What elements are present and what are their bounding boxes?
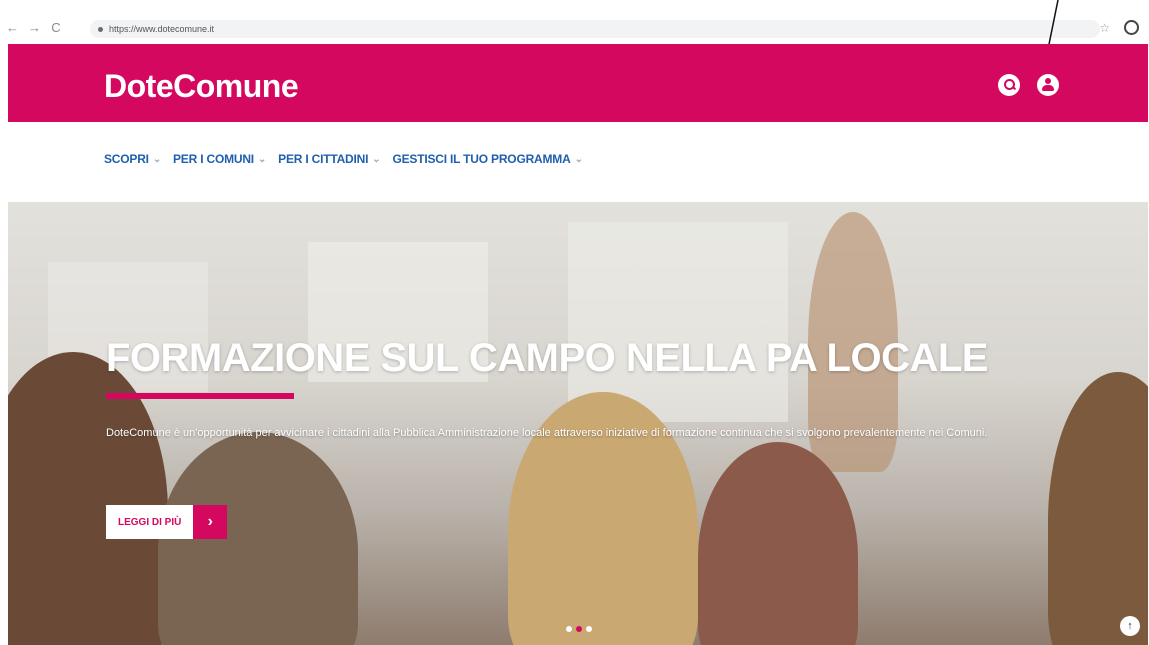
nav-item-scopri[interactable]: SCOPRI ⌄ — [104, 152, 161, 166]
carousel-dot[interactable] — [586, 626, 592, 632]
reload-button[interactable]: C — [50, 20, 62, 35]
bookmark-star-icon[interactable]: ☆ — [1099, 21, 1110, 35]
back-button[interactable]: ← — [6, 20, 19, 35]
hero-title: FORMAZIONE SUL CAMPO NELLA PA LOCALE — [106, 336, 988, 380]
chevron-down-icon: ⌄ — [257, 153, 267, 165]
nav-item-gestisci-programma[interactable]: GESTISCI IL TUO PROGRAMMA ⌄ — [392, 152, 583, 166]
search-icon[interactable] — [998, 74, 1020, 96]
browser-actions: ☆ — [1099, 20, 1139, 35]
read-more-label[interactable]: LEGGI DI PIÙ — [106, 505, 194, 539]
photo-figure — [698, 442, 858, 645]
url-text[interactable]: https://www.dotecomune.it — [109, 24, 214, 34]
nav-label: PER I COMUNI — [173, 152, 254, 166]
hero-description: DoteComune è un'opportunità per avvicina… — [106, 427, 988, 439]
hero-underline — [106, 393, 294, 399]
search-handle — [1011, 85, 1017, 91]
chevron-down-icon: ⌄ — [372, 153, 381, 165]
browser-nav: ← → C — [6, 20, 62, 35]
browser-chrome: ← → C https://www.dotecomune.it ☆ — [0, 0, 1149, 44]
user-head — [1045, 78, 1051, 84]
user-body — [1042, 85, 1054, 91]
forward-button[interactable]: → — [28, 20, 41, 35]
nav-label: SCOPRI — [104, 152, 149, 166]
carousel-dot-active[interactable] — [576, 626, 582, 632]
photo-figure — [1048, 372, 1148, 645]
nav-label: GESTISCI IL TUO PROGRAMMA — [392, 152, 571, 166]
profile-icon[interactable] — [1124, 20, 1139, 35]
menu: SCOPRI ⌄ PER I COMUNI ⌄ PER I CITTADINI … — [104, 152, 583, 166]
site-logo[interactable]: DoteComune — [104, 68, 299, 105]
nav-item-per-i-cittadini[interactable]: PER I CITTADINI ⌄ — [278, 152, 381, 166]
read-more-button[interactable]: LEGGI DI PIÙ › — [106, 505, 228, 539]
chevron-right-icon[interactable]: › — [193, 505, 228, 539]
lock-icon — [98, 26, 103, 32]
nav-label: PER I CITTADINI — [278, 152, 369, 166]
site-header: DoteComune — [8, 44, 1148, 122]
main-nav: SCOPRI ⌄ PER I COMUNI ⌄ PER I CITTADINI … — [8, 122, 1148, 203]
scroll-top-button[interactable]: ↑ — [1120, 616, 1140, 636]
carousel-dot[interactable] — [566, 626, 572, 632]
user-icon[interactable] — [1037, 74, 1059, 96]
address-bar[interactable]: https://www.dotecomune.it — [90, 20, 1100, 38]
carousel-dots — [566, 626, 592, 632]
chevron-down-icon: ⌄ — [152, 153, 161, 165]
hero-banner: FORMAZIONE SUL CAMPO NELLA PA LOCALE Dot… — [8, 202, 1148, 645]
nav-item-per-i-comuni[interactable]: PER I COMUNI ⌄ — [173, 152, 266, 166]
chevron-down-icon: ⌄ — [574, 153, 583, 165]
